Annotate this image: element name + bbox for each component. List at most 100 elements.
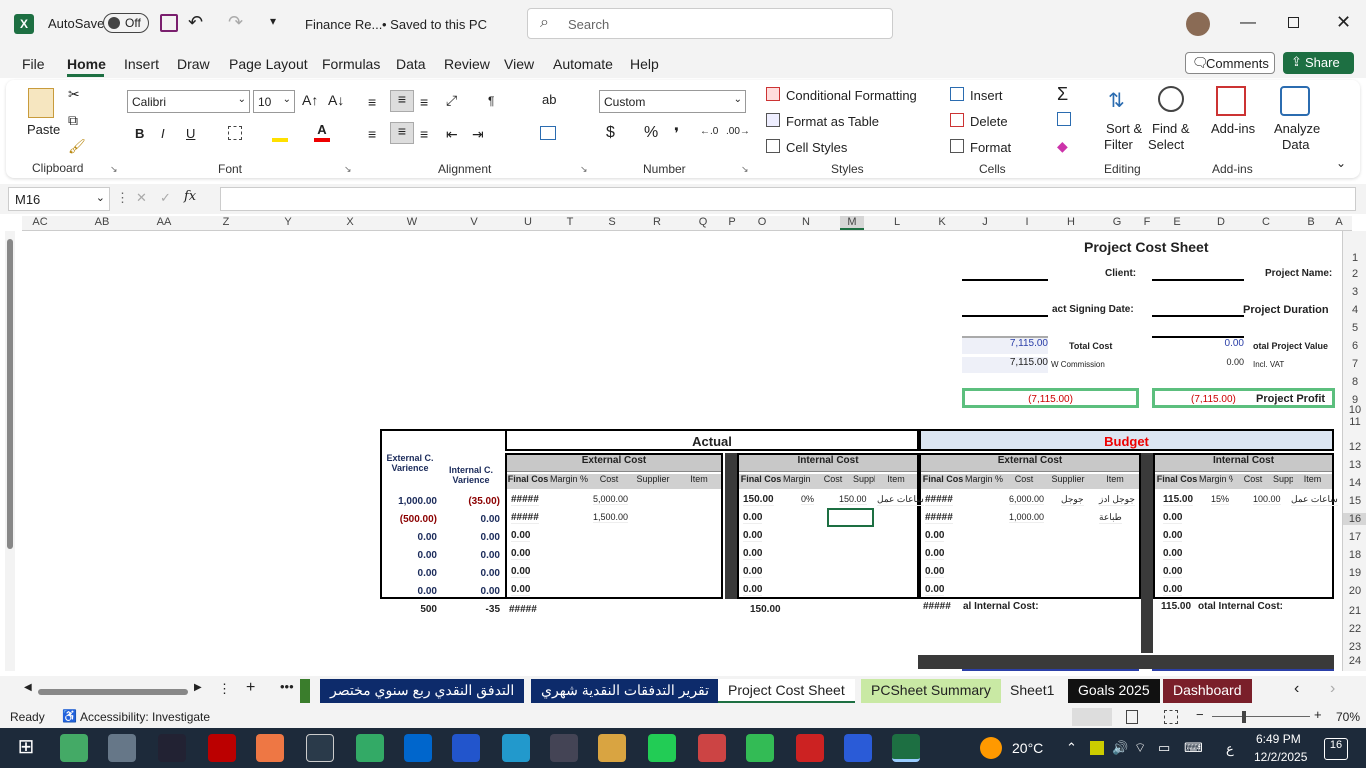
actual-internal-cell[interactable]: 0% (801, 494, 815, 505)
row-header[interactable]: 24 (1343, 655, 1366, 667)
decrease-decimal-icon[interactable]: .00→ (726, 126, 750, 137)
column-header[interactable]: V (462, 216, 486, 228)
horizontal-scrollbar[interactable] (38, 689, 188, 695)
column-header[interactable]: E (1165, 216, 1189, 228)
project-name-input[interactable] (1152, 279, 1244, 281)
language[interactable]: ع (1226, 741, 1234, 757)
font-launcher-icon[interactable]: ↘ (344, 164, 352, 175)
budget-external-cell[interactable]: 0.00 (925, 548, 945, 560)
scroll-left-icon[interactable]: ◀ (24, 682, 32, 693)
notification-badge[interactable]: 16 (1324, 738, 1348, 760)
bold-icon[interactable]: B (135, 126, 144, 141)
fill-icon[interactable] (1057, 112, 1071, 126)
worksheet-grid[interactable]: Project Cost Sheet Client: Project Name:… (22, 231, 1342, 671)
autosum-icon[interactable]: Σ (1057, 84, 1068, 105)
internal-varience-cell[interactable]: 0.00 (442, 514, 500, 525)
external-varience-cell[interactable]: (500.00) (380, 514, 437, 525)
column-header[interactable]: T (558, 216, 582, 228)
number-launcher-icon[interactable]: ↘ (741, 164, 749, 175)
insert-function-icon[interactable]: fx (184, 189, 196, 204)
row-header[interactable]: 12 (1343, 441, 1366, 453)
clock-time[interactable]: 6:49 PM (1256, 732, 1301, 746)
column-header[interactable]: P (720, 216, 744, 228)
battery-icon[interactable]: ▭ (1158, 740, 1170, 756)
cut-icon[interactable]: ✂ (68, 86, 80, 103)
actual-external-cell[interactable]: 0.00 (511, 566, 531, 578)
camera-icon[interactable] (108, 734, 136, 762)
redo-icon[interactable]: ↷ (228, 12, 243, 33)
tab-cashflow-quarterly[interactable]: التدفق النقدي ربع سنوي مختصر (320, 679, 525, 703)
add-ins-icon[interactable] (1216, 86, 1246, 116)
formula-input[interactable] (220, 187, 1356, 211)
wrap-text-icon[interactable]: ab (542, 92, 556, 107)
project-icon[interactable] (356, 734, 384, 762)
actual-internal-cell[interactable]: 150.00 (839, 494, 867, 505)
copy-icon[interactable]: ⧉ (68, 112, 78, 129)
external-varience-cell[interactable]: 0.00 (380, 532, 437, 543)
internal-varience-cell[interactable]: 0.00 (442, 532, 500, 543)
actual-external-total[interactable]: ##### (509, 604, 537, 615)
add-ins-button[interactable]: Add-ins (1211, 121, 1255, 136)
avatar[interactable] (1186, 12, 1210, 36)
internal-varience-cell[interactable]: (35.00) (442, 496, 500, 507)
column-header[interactable]: O (750, 216, 774, 228)
tab-dashboard[interactable]: Dashboard (1163, 679, 1252, 703)
column-header[interactable]: AB (90, 216, 114, 228)
scroll-right-icon[interactable]: ▶ (194, 682, 202, 693)
app-icon[interactable] (158, 734, 186, 762)
row-header[interactable]: 8 (1343, 376, 1366, 388)
budget-internal-total-label[interactable]: otal Internal Cost: (1198, 601, 1283, 612)
budget-internal-cell[interactable]: ساعات عمل (1291, 494, 1338, 506)
search-box[interactable]: ⌕ Search (527, 8, 893, 39)
actual-internal-cell[interactable]: 0.00 (743, 566, 763, 578)
save-icon[interactable] (160, 14, 178, 32)
row-header[interactable]: 7 (1343, 358, 1366, 370)
sheet-options-icon[interactable]: ⋮ (218, 681, 231, 697)
tab-insert[interactable]: Insert (124, 56, 159, 72)
conditional-formatting-button[interactable]: Conditional Formatting (786, 88, 917, 103)
tabs-prev-icon[interactable]: ‹ (1294, 680, 1299, 698)
page-break-view-icon[interactable] (1164, 710, 1178, 724)
column-header[interactable]: F (1135, 216, 1159, 228)
row-header[interactable]: 22 (1343, 623, 1366, 635)
conditional-formatting-icon[interactable] (766, 87, 780, 101)
alignment-launcher-icon[interactable]: ↘ (580, 164, 588, 175)
enter-formula-icon[interactable]: ✓ (160, 190, 171, 206)
column-header[interactable]: M (840, 216, 864, 230)
budget-internal-cell[interactable]: 0.00 (1163, 566, 1183, 578)
actual-external-cell[interactable]: 0.00 (511, 584, 531, 596)
budget-external-cell[interactable]: طباعة (1099, 512, 1122, 524)
signing-date-input[interactable] (962, 315, 1048, 317)
cell-styles-button[interactable]: Cell Styles (786, 140, 847, 155)
row-header[interactable]: 23 (1343, 641, 1366, 653)
delete-cells-icon[interactable] (950, 113, 964, 127)
underline-icon[interactable]: U (186, 126, 195, 141)
zoom-out-icon[interactable]: − (1196, 707, 1204, 722)
budget-external-cell[interactable]: 0.00 (925, 530, 945, 542)
analyze-data-button[interactable]: Analyze (1274, 121, 1320, 136)
external-varience-cell[interactable]: 0.00 (380, 550, 437, 561)
external-varience-cell[interactable]: 1,000.00 (380, 496, 437, 507)
font-size-select[interactable]: 10 ⌄ (253, 90, 295, 113)
format-cells-icon[interactable] (950, 139, 964, 153)
row-header[interactable]: 11 (1343, 416, 1366, 428)
column-header[interactable]: L (885, 216, 909, 228)
linkedin-icon[interactable] (404, 734, 432, 762)
increase-decimal-icon[interactable]: ←.0 (700, 126, 718, 137)
chatgpt-icon[interactable] (306, 734, 334, 762)
customize-qat-icon[interactable]: ▾ (270, 14, 276, 28)
pdf-icon[interactable] (796, 734, 824, 762)
column-header[interactable]: N (794, 216, 818, 228)
sort-filter-icon[interactable]: ⇅ (1108, 88, 1125, 113)
actual-internal-cell[interactable]: 150.00 (743, 494, 774, 506)
tab-sheet1[interactable]: Sheet1 (1000, 679, 1064, 703)
more-sheets-icon[interactable]: ••• (280, 679, 294, 694)
increase-font-icon[interactable]: A↑ (302, 92, 318, 108)
currency-icon[interactable]: $ (606, 124, 615, 142)
budget-internal-cell[interactable]: 0.00 (1163, 584, 1183, 596)
actual-external-cell[interactable]: 1,500.00 (593, 512, 629, 523)
column-header[interactable]: W (400, 216, 424, 228)
file-explorer-icon[interactable] (598, 734, 626, 762)
tab-formulas[interactable]: Formulas (322, 56, 380, 72)
internal-varience-cell[interactable]: 0.00 (442, 568, 500, 579)
